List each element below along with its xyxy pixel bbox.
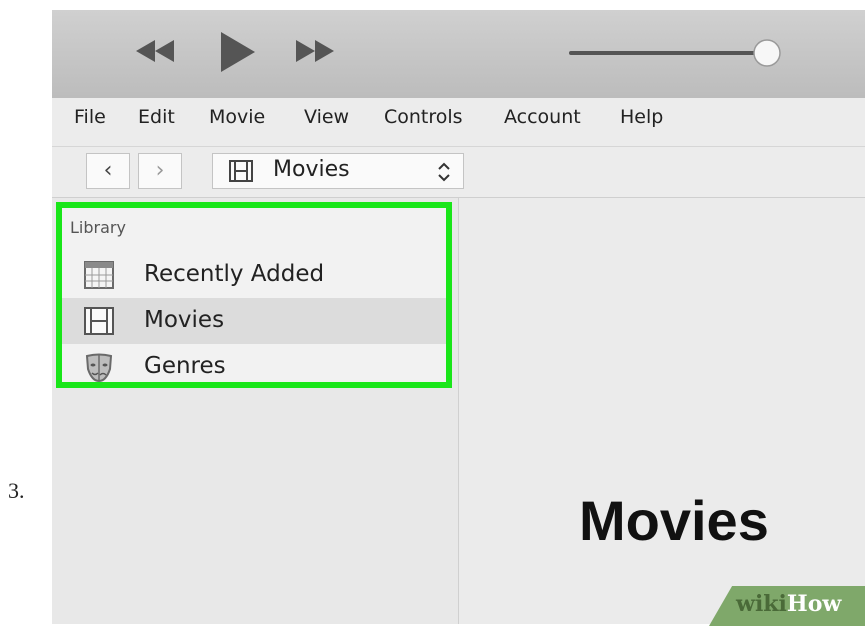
menu-bar: File Edit Movie View Controls Account He… xyxy=(52,98,865,147)
library-section-highlight: Library Recently Added Movies Genres xyxy=(56,202,452,388)
step-number: 3. xyxy=(8,478,25,503)
up-down-chevron-icon xyxy=(438,162,450,182)
fast-forward-icon[interactable] xyxy=(292,36,338,66)
rewind-icon[interactable] xyxy=(132,36,178,66)
menu-help[interactable]: Help xyxy=(620,106,663,128)
film-icon xyxy=(229,160,253,182)
sidebar-item-label: Movies xyxy=(144,307,225,333)
sidebar-item-label: Genres xyxy=(144,353,226,379)
media-source-select[interactable]: Movies xyxy=(212,153,464,189)
menu-controls[interactable]: Controls xyxy=(384,106,463,128)
film-icon xyxy=(84,307,114,335)
library-header: Library xyxy=(70,218,126,237)
content-title: Movies xyxy=(579,489,769,552)
calendar-grid-icon xyxy=(84,261,114,289)
menu-view[interactable]: View xyxy=(304,106,349,128)
back-button[interactable]: ‹ xyxy=(86,153,130,189)
playback-toolbar xyxy=(52,10,865,98)
sidebar-item-label: Recently Added xyxy=(144,261,325,287)
menu-edit[interactable]: Edit xyxy=(138,106,175,128)
media-source-value: Movies xyxy=(273,157,350,182)
main-content: Movies xyxy=(459,198,865,624)
menu-file[interactable]: File xyxy=(74,106,106,128)
menu-account[interactable]: Account xyxy=(504,106,581,128)
sidebar-item-movies[interactable]: Movies xyxy=(62,298,446,344)
theater-mask-icon xyxy=(85,353,113,383)
sidebar-item-genres[interactable]: Genres xyxy=(62,344,446,390)
sidebar: Library Recently Added Movies Genres xyxy=(52,198,459,624)
play-icon[interactable] xyxy=(217,30,257,74)
volume-slider[interactable] xyxy=(567,36,787,70)
watermark-logo: wikiHow xyxy=(736,591,842,617)
itunes-window: File Edit Movie View Controls Account He… xyxy=(52,10,865,624)
menu-movie[interactable]: Movie xyxy=(209,106,265,128)
navigation-bar: ‹ › Movies xyxy=(52,147,865,198)
forward-button[interactable]: › xyxy=(138,153,182,189)
sidebar-item-recently-added[interactable]: Recently Added xyxy=(62,252,446,298)
